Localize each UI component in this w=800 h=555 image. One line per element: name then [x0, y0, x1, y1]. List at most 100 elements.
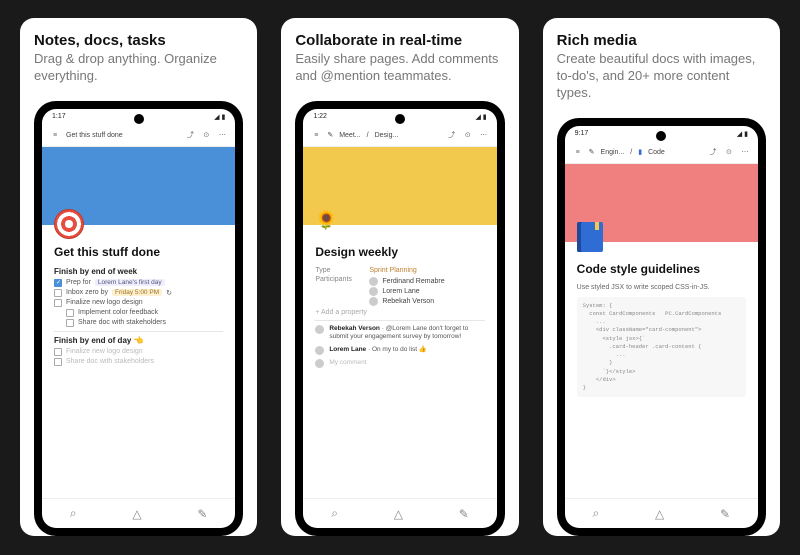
menu-icon[interactable]: ≡ [50, 132, 60, 139]
checkbox-icon[interactable] [66, 309, 74, 317]
phone-screen: 1:17 ◢ ▮ ≡ Get this stuff done ⤴ ⊙ ⋯ Get… [42, 109, 235, 528]
toolbar: ≡ ✎ Engin... / ▮ Code ⤴ ⊙ ⋯ [565, 142, 758, 164]
camera-hole [134, 114, 144, 124]
bell-icon[interactable]: △ [132, 507, 141, 521]
checkbox-icon[interactable] [54, 289, 62, 297]
page-content: Get this stuff done Finish by end of wee… [42, 225, 235, 498]
more-icon[interactable]: ⋯ [217, 131, 227, 139]
panel-title: Notes, docs, tasks [34, 32, 243, 49]
compose-icon[interactable]: ✎ [197, 507, 207, 521]
avatar [369, 277, 378, 286]
status-time: 1:22 [313, 113, 327, 120]
feature-panel-media: Rich media Create beautiful docs with im… [543, 18, 780, 536]
breadcrumb-pill[interactable]: Meet... [339, 132, 360, 139]
camera-hole [395, 114, 405, 124]
panel-subtitle: Easily share pages. Add comments and @me… [295, 51, 504, 85]
participant: Lorem Lane [369, 287, 444, 296]
property-row[interactable]: Participants Ferdinand Remabre Lorem Lan… [315, 276, 484, 307]
breadcrumb[interactable]: Get this stuff done [66, 132, 123, 139]
share-icon[interactable]: ⤴ [708, 147, 718, 157]
todo-item[interactable]: Prep for Lorem Lane's first day [54, 279, 223, 287]
feature-panel-notes: Notes, docs, tasks Drag & drop anything.… [20, 18, 257, 536]
book-icon [577, 222, 603, 252]
comment: Rebekah Verson · @Lorem Lane don't forge… [315, 325, 484, 342]
todo-item[interactable]: Finalize new logo design [54, 348, 223, 356]
status-time: 1:17 [52, 113, 66, 120]
comment-icon[interactable]: ⊙ [201, 131, 211, 139]
bell-icon[interactable]: △ [655, 507, 664, 521]
search-icon[interactable]: ⌕ [331, 506, 338, 521]
code-block[interactable]: System: { const CardComponents PC.CardCo… [577, 297, 746, 398]
divider [315, 320, 484, 321]
share-icon[interactable]: ⤴ [447, 130, 457, 140]
page-title: Get this stuff done [54, 245, 223, 259]
todo-item[interactable]: Share doc with stakeholders [66, 319, 223, 327]
compose-icon[interactable]: ✎ [720, 507, 730, 521]
comment-input[interactable]: My comment [315, 359, 484, 368]
property-label: Type [315, 267, 363, 274]
more-icon[interactable]: ⋯ [740, 148, 750, 156]
phone-screen: 9:17 ◢ ▮ ≡ ✎ Engin... / ▮ Code ⤴ ⊙ ⋯ Cod… [565, 126, 758, 528]
share-icon[interactable]: ⤴ [185, 130, 195, 140]
comment-icon[interactable]: ⊙ [724, 148, 734, 156]
page-title: Design weekly [315, 245, 484, 259]
status-icons: ◢ ▮ [737, 130, 748, 138]
add-property-button[interactable]: + Add a property [315, 309, 484, 316]
todo-item[interactable]: Implement color feedback [66, 309, 223, 317]
panel-subtitle: Create beautiful docs with images, to-do… [557, 51, 766, 102]
avatar [369, 297, 378, 306]
checkbox-icon[interactable] [66, 319, 74, 327]
checkbox-icon[interactable] [54, 279, 62, 287]
hero-banner: 🌻 [303, 147, 496, 225]
bell-icon[interactable]: △ [394, 507, 403, 521]
comment: Lorem Lane · On my to do list 👍 [315, 346, 484, 355]
breadcrumb-pill[interactable]: Desig... [375, 132, 399, 139]
page-title: Code style guidelines [577, 262, 746, 276]
target-icon [54, 209, 84, 239]
bottom-nav: ⌕ △ ✎ [303, 498, 496, 528]
page-content: Design weekly Type Sprint Planning Parti… [303, 225, 496, 498]
description: Use styled JSX to write scoped CSS-in-JS… [577, 284, 746, 291]
comment-icon[interactable]: ⊙ [463, 131, 473, 139]
todo-item[interactable]: Share doc with stakeholders [54, 358, 223, 366]
status-icons: ◢ ▮ [214, 113, 225, 121]
search-icon[interactable]: ⌕ [593, 506, 600, 521]
property-row[interactable]: Type Sprint Planning [315, 267, 484, 274]
search-icon[interactable]: ⌕ [70, 506, 77, 521]
section-heading: Finish by end of day 👈 [54, 336, 223, 345]
divider [54, 331, 223, 332]
phone-screen: 1:22 ◢ ▮ ≡ ✎ Meet... / Desig... ⤴ ⊙ ⋯ 🌻 … [303, 109, 496, 528]
checkbox-icon[interactable] [54, 348, 62, 356]
status-time: 9:17 [575, 130, 589, 137]
breadcrumb-pill[interactable]: Code [648, 149, 665, 156]
checkbox-icon[interactable] [54, 299, 62, 307]
phone-frame: 1:22 ◢ ▮ ≡ ✎ Meet... / Desig... ⤴ ⊙ ⋯ 🌻 … [295, 101, 504, 536]
more-icon[interactable]: ⋯ [479, 131, 489, 139]
phone-frame: 1:17 ◢ ▮ ≡ Get this stuff done ⤴ ⊙ ⋯ Get… [34, 101, 243, 536]
hero-banner [565, 164, 758, 242]
sunflower-icon: 🌻 [315, 211, 337, 233]
toolbar: ≡ Get this stuff done ⤴ ⊙ ⋯ [42, 125, 235, 147]
pencil-icon: ✎ [327, 131, 333, 139]
checkbox-icon[interactable] [54, 358, 62, 366]
panel-title: Collaborate in real-time [295, 32, 504, 49]
toolbar: ≡ ✎ Meet... / Desig... ⤴ ⊙ ⋯ [303, 125, 496, 147]
pencil-icon: ✎ [589, 148, 595, 156]
phone-frame: 9:17 ◢ ▮ ≡ ✎ Engin... / ▮ Code ⤴ ⊙ ⋯ Cod… [557, 118, 766, 536]
panel-subtitle: Drag & drop anything. Organize everythin… [34, 51, 243, 85]
todo-item[interactable]: Inbox zero by Friday 5:00 PM ↻ [54, 289, 223, 297]
section-heading: Finish by end of week [54, 267, 223, 276]
menu-icon[interactable]: ≡ [311, 132, 321, 139]
participant: Ferdinand Remabre [369, 277, 444, 286]
participant: Rebekah Verson [369, 297, 444, 306]
avatar [369, 287, 378, 296]
bottom-nav: ⌕ △ ✎ [565, 498, 758, 528]
avatar [315, 325, 324, 334]
book-icon: ▮ [638, 148, 642, 156]
avatar [315, 346, 324, 355]
menu-icon[interactable]: ≡ [573, 149, 583, 156]
hero-banner [42, 147, 235, 225]
todo-item[interactable]: Finalize new logo design [54, 299, 223, 307]
breadcrumb-pill[interactable]: Engin... [601, 149, 625, 156]
compose-icon[interactable]: ✎ [459, 507, 469, 521]
